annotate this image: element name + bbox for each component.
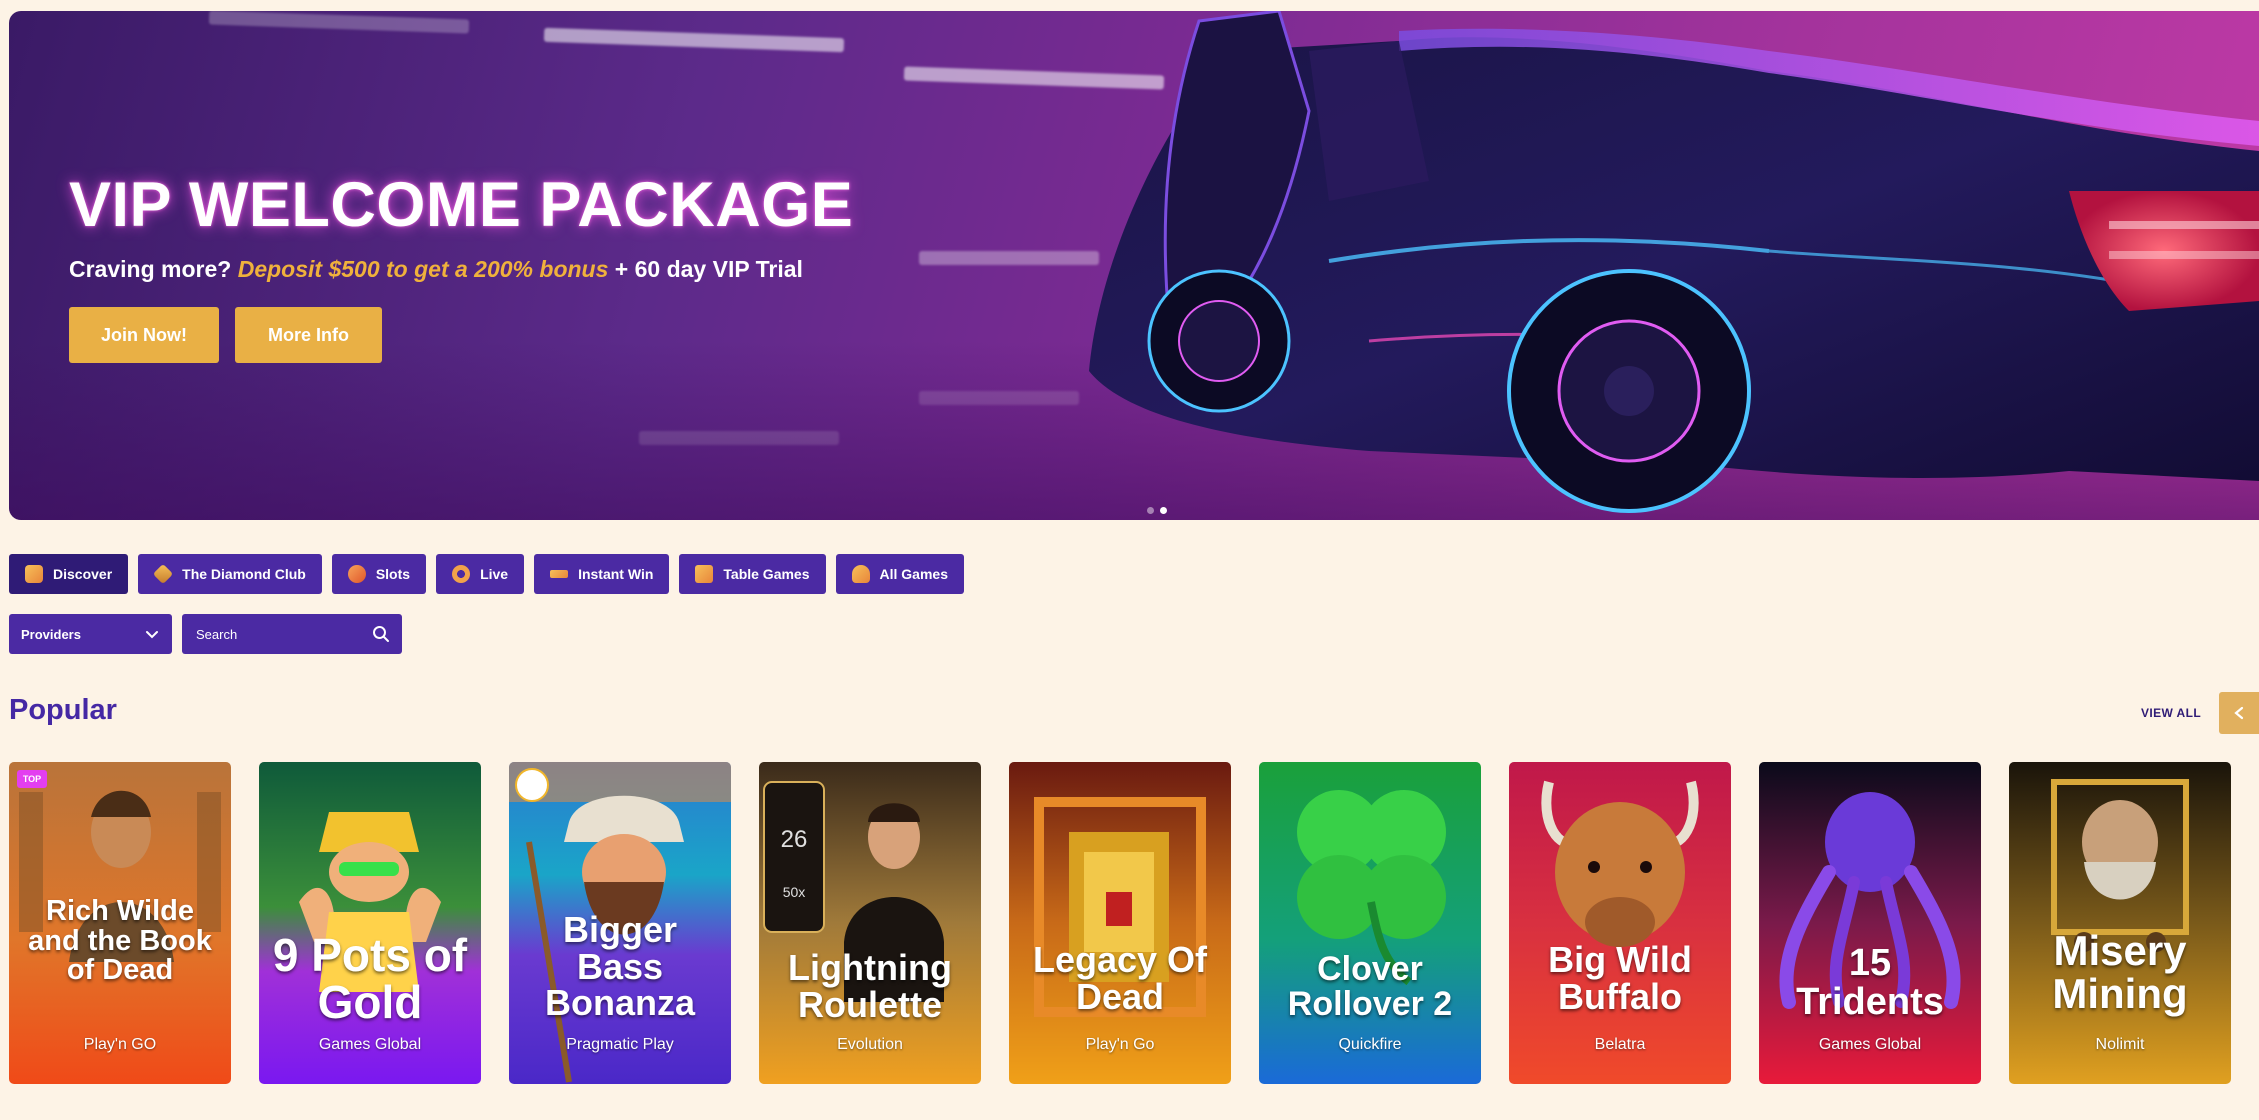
tab-table-games[interactable]: Table Games	[679, 554, 826, 594]
game-title: Big Wild Buffalo	[1548, 939, 1692, 1017]
game-card-15-tridents[interactable]: 15 Tridents Games Global	[1759, 762, 1981, 1084]
carousel-dot-1[interactable]	[1147, 507, 1154, 514]
search-input[interactable]	[194, 625, 348, 643]
svg-text:26: 26	[781, 826, 808, 853]
svg-text:50x: 50x	[783, 884, 806, 900]
game-provider: Quickfire	[1338, 1036, 1402, 1053]
ceiling-light	[543, 27, 845, 53]
game-card-lightning-roulette[interactable]: 26 50x Lightning Roulette Evolution	[759, 762, 981, 1084]
carousel-dots	[1147, 501, 1173, 519]
more-info-button[interactable]: More Info	[235, 307, 382, 363]
game-provider: Nolimit	[2095, 1036, 2145, 1053]
game-title: Bigger Bass Bonanza	[544, 909, 695, 1024]
table-games-icon	[695, 565, 714, 583]
tab-label: Discover	[53, 566, 113, 582]
game-card-big-wild-buffalo[interactable]: Big Wild Buffalo Belatra	[1509, 762, 1731, 1084]
game-provider: Play'n GO	[83, 1036, 157, 1053]
diamond-icon	[152, 563, 174, 585]
game-title: Rich Wilde and the Book of Dead	[28, 895, 212, 987]
chevron-left-icon	[2234, 706, 2244, 720]
game-provider: Games Global	[318, 1036, 422, 1053]
carousel-prev-button[interactable]	[2219, 692, 2259, 734]
providers-label: Providers	[21, 626, 81, 642]
hero-subtitle: Craving more? Deposit $500 to get a 200%…	[69, 256, 803, 283]
game-card-9-pots-of-gold[interactable]: 9 Pots of Gold Games Global	[259, 762, 481, 1084]
discover-icon	[25, 565, 43, 583]
tab-label: The Diamond Club	[182, 566, 306, 582]
game-card-clover-rollover-2[interactable]: Clover Rollover 2 Quickfire	[1259, 762, 1481, 1084]
game-title: Legacy Of Dead	[1032, 939, 1208, 1017]
search-icon[interactable]	[372, 625, 390, 643]
carousel-dot-2[interactable]	[1160, 507, 1167, 514]
game-title: Lightning Roulette	[788, 947, 952, 1025]
tab-label: All Games	[879, 566, 948, 582]
live-icon	[452, 565, 471, 583]
game-card-legacy-of-dead[interactable]: Legacy Of Dead Play'n Go	[1009, 762, 1231, 1084]
tab-diamond-club[interactable]: The Diamond Club	[138, 554, 322, 594]
hero-subtitle-suffix: + 60 day VIP Trial	[608, 256, 803, 282]
tab-label: Live	[480, 566, 509, 582]
filter-bar: Providers	[9, 614, 402, 654]
hero-subtitle-highlight: Deposit $500 to get a 200% bonus	[237, 256, 609, 282]
tab-instant-win[interactable]: Instant Win	[534, 554, 670, 594]
popular-games-row: TOP Rich Wilde and the Book of Dead Play…	[9, 762, 2231, 1084]
game-card-rich-wilde[interactable]: TOP Rich Wilde and the Book of Dead Play…	[9, 762, 231, 1084]
ceiling-light	[208, 11, 470, 34]
game-card-misery-mining[interactable]: Misery Mining Nolimit	[2009, 762, 2231, 1084]
tab-all-games[interactable]: All Games	[835, 554, 964, 594]
game-provider: Pragmatic Play	[566, 1036, 674, 1053]
slots-icon	[347, 565, 366, 583]
category-tabs: Discover The Diamond Club Slots Live Ins…	[9, 554, 964, 594]
view-all-link[interactable]: VIEW ALL	[2141, 706, 2201, 720]
popular-section-title: Popular	[9, 694, 117, 726]
providers-dropdown[interactable]: Providers	[9, 614, 172, 654]
instant-win-icon	[550, 570, 569, 578]
top-badge: TOP	[17, 770, 47, 788]
tab-discover[interactable]: Discover	[9, 554, 129, 594]
tab-label: Instant Win	[578, 566, 654, 582]
hero-title: VIP WELCOME PACKAGE	[69, 170, 854, 240]
join-now-button[interactable]: Join Now!	[69, 307, 219, 363]
search-box	[182, 614, 402, 654]
game-title: 9 Pots of Gold	[272, 929, 468, 1028]
game-title: Clover Rollover 2	[1287, 950, 1453, 1023]
game-title: 15 Tridents	[1796, 942, 1944, 1023]
game-provider: Evolution	[837, 1036, 903, 1053]
hero-banner: VIP WELCOME PACKAGE Craving more? Deposi…	[9, 11, 2259, 520]
game-provider: Play'n Go	[1085, 1036, 1155, 1053]
all-games-icon	[851, 565, 870, 583]
sports-car-image	[1089, 11, 2259, 513]
game-provider: Games Global	[1818, 1036, 1922, 1053]
game-provider: Belatra	[1594, 1036, 1646, 1053]
chevron-down-icon	[146, 631, 158, 639]
game-card-bigger-bass-bonanza[interactable]: Bigger Bass Bonanza Pragmatic Play	[509, 762, 731, 1084]
tab-label: Slots	[375, 566, 411, 582]
tab-live[interactable]: Live	[436, 554, 525, 594]
game-title: Misery Mining	[2052, 927, 2188, 1017]
tab-label: Table Games	[723, 566, 810, 582]
drops-wins-badge-icon	[515, 768, 549, 802]
tab-slots[interactable]: Slots	[331, 554, 427, 594]
hero-subtitle-prefix: Craving more?	[69, 256, 238, 282]
